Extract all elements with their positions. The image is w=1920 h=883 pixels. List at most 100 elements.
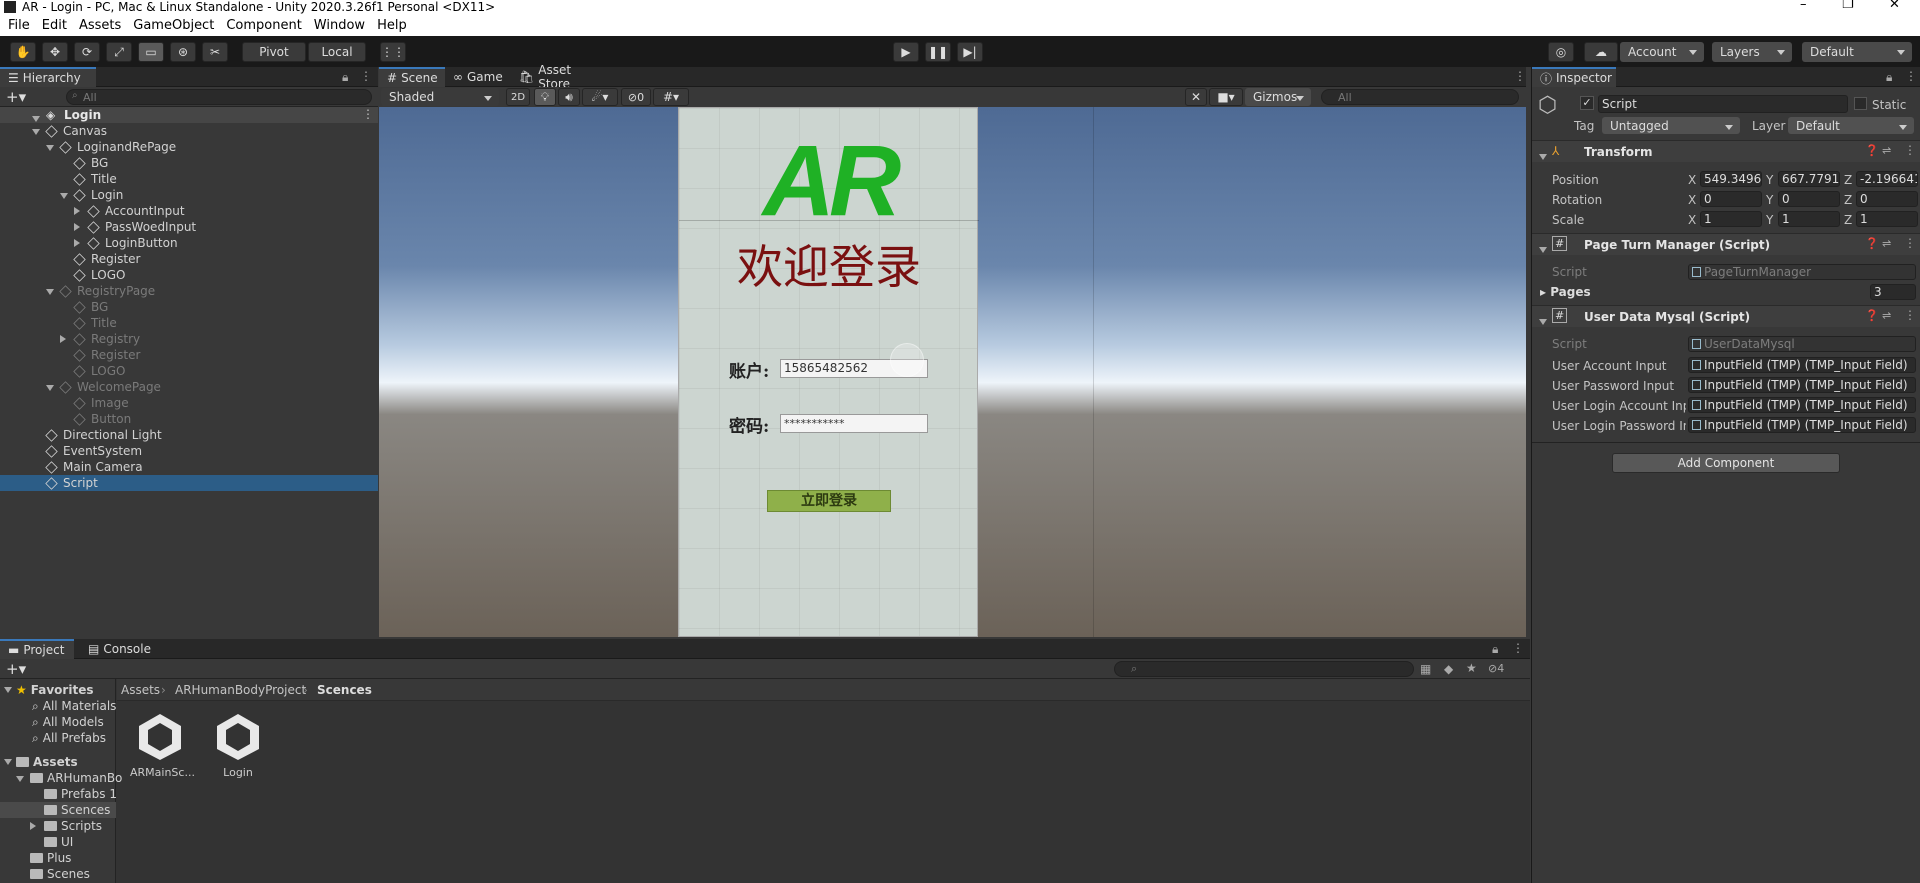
hierarchy-item[interactable]: AccountInput (74, 203, 185, 219)
hierarchy-item[interactable]: LoginandRePage (46, 139, 176, 155)
restore-icon[interactable]: ❐ (1842, 0, 1854, 12)
add-component-button[interactable]: Add Component (1612, 453, 1840, 473)
rotation-x-field[interactable]: 0 (1700, 191, 1762, 207)
inspector-menu-icon[interactable]: ⋮ (1905, 69, 1917, 83)
create-asset-icon[interactable]: +▾ (6, 660, 26, 678)
scale-x-field[interactable]: 1 (1700, 211, 1762, 227)
component-menu-icon[interactable]: ⋮ (1904, 143, 1916, 157)
step-button-icon[interactable]: ▶| (957, 42, 983, 62)
pages-foldout[interactable]: ▸ Pages (1540, 285, 1591, 299)
assets-header[interactable]: Assets (4, 754, 78, 770)
user-data-header[interactable]: # User Data Mysql (Script) ❓ ⇌ ⋮ (1532, 305, 1920, 327)
move-tool-icon[interactable]: ✥ (42, 42, 68, 62)
project-folder-item[interactable]: Scences (30, 802, 110, 818)
favorite-all-models[interactable]: ⌕ All Models (32, 714, 104, 730)
component-menu-icon[interactable]: ⋮ (1904, 236, 1916, 250)
hierarchy-item[interactable]: RegistryPage (46, 283, 155, 299)
camera-dropdown-icon[interactable]: ■▾ (1209, 88, 1243, 106)
filter-label-icon[interactable]: ◆ (1444, 662, 1453, 676)
tab-project[interactable]: ▬ Project (0, 639, 74, 659)
hierarchy-item[interactable]: Button (60, 411, 131, 427)
login-button[interactable]: 立即登录 (767, 490, 891, 512)
scene-menu-icon[interactable]: ⋮ (362, 107, 374, 121)
scene-asset-armainscene[interactable]: ARMainSc... (130, 711, 195, 791)
password-input[interactable]: *********** (780, 414, 928, 433)
lock-icon[interactable]: 🔒︎ (342, 70, 348, 85)
hidden-objects-toggle[interactable]: ⊘ 0 (621, 88, 651, 106)
fold-open-icon[interactable] (4, 687, 12, 693)
fold-open-icon[interactable] (60, 193, 68, 199)
preset-icon[interactable]: ⇌ (1882, 237, 1891, 250)
fold-closed-icon[interactable] (74, 239, 80, 247)
fold-open-icon[interactable] (46, 289, 54, 295)
menu-file[interactable]: File (8, 18, 30, 33)
position-y-field[interactable]: 667.7791 (1778, 171, 1840, 187)
favorite-star-icon[interactable]: ★ (1466, 661, 1477, 675)
favorites-header[interactable]: ★ Favorites (4, 682, 93, 698)
grid-snap-icon[interactable]: ⋮⋮ (380, 42, 406, 62)
add-object-icon[interactable]: +▾ (6, 88, 26, 106)
transform-header[interactable]: ⅄ Transform ❓ ⇌ ⋮ (1532, 140, 1920, 162)
local-button[interactable]: Local (308, 42, 366, 62)
scale-tool-icon[interactable]: ⤢ (106, 42, 132, 62)
pages-count-field[interactable]: 3 (1870, 284, 1916, 300)
hierarchy-item[interactable]: Registry (60, 331, 140, 347)
gizmos-dropdown[interactable]: Gizmos (1245, 88, 1311, 106)
position-z-field[interactable]: -2.196641 (1856, 171, 1918, 187)
services-icon[interactable]: ◎ (1548, 42, 1574, 62)
active-checkbox[interactable]: ✓ (1580, 96, 1594, 110)
layout-dropdown[interactable]: Default (1802, 42, 1912, 62)
transform-tool-icon[interactable]: ⊛ (170, 42, 196, 62)
object-reference-field[interactable]: InputField (TMP) (TMP_Input Field) (1688, 377, 1916, 393)
2d-toggle-button[interactable]: 2D (506, 88, 530, 106)
static-checkbox[interactable] (1854, 97, 1867, 110)
project-menu-icon[interactable]: ⋮ (1512, 641, 1524, 655)
help-icon[interactable]: ❓ (1865, 309, 1879, 322)
shading-mode-dropdown[interactable]: Shaded (381, 88, 499, 106)
project-folder-item[interactable]: Plus (16, 850, 71, 866)
tab-asset-store[interactable]: 🛍︎ Asset Store (511, 63, 607, 91)
scene-viewport[interactable]: AR 欢迎登录 账户: 15865482562 密码: *********** … (379, 107, 1526, 637)
hierarchy-item[interactable]: PassWoedInput (74, 219, 196, 235)
hierarchy-item[interactable]: LOGO (60, 267, 125, 283)
pause-button-icon[interactable]: ❚❚ (925, 42, 951, 62)
help-icon[interactable]: ❓ (1865, 144, 1879, 157)
rect-tool-icon[interactable]: ▭ (138, 42, 164, 62)
project-folder-item[interactable]: Scripts (30, 818, 102, 834)
tab-console[interactable]: ▤ Console (80, 639, 160, 659)
effects-dropdown-icon[interactable]: ☄▾ (582, 88, 618, 106)
tools-icon[interactable]: ✕ (1185, 88, 1207, 106)
user-data-fold-icon[interactable] (1539, 319, 1547, 325)
hierarchy-item[interactable]: Title (60, 315, 117, 331)
fold-closed-icon[interactable] (60, 335, 66, 343)
breadcrumb-assets[interactable]: Assets (121, 683, 160, 697)
tab-scene[interactable]: # Scene (379, 67, 445, 87)
fold-closed-icon[interactable] (74, 207, 80, 215)
object-reference-field[interactable]: InputField (TMP) (TMP_Input Field) (1688, 357, 1916, 373)
object-reference-field[interactable]: InputField (TMP) (TMP_Input Field) (1688, 417, 1916, 433)
login-canvas[interactable]: AR 欢迎登录 账户: 15865482562 密码: *********** … (678, 107, 979, 637)
project-lock-icon[interactable]: 🔒︎ (1492, 642, 1498, 657)
hierarchy-item[interactable]: Image (60, 395, 129, 411)
favorite-all-prefabs[interactable]: ⌕ All Prefabs (32, 730, 106, 746)
hidden-packages-toggle[interactable]: ⊘4 (1488, 662, 1504, 675)
rotation-z-field[interactable]: 0 (1856, 191, 1918, 207)
minimize-icon[interactable]: – (1800, 0, 1807, 12)
hierarchy-item[interactable]: WelcomePage (46, 379, 161, 395)
hierarchy-item[interactable]: Directional Light (32, 427, 162, 443)
breadcrumb-project[interactable]: ARHumanBodyProject (175, 683, 306, 697)
project-folder-item[interactable]: UI (30, 834, 73, 850)
cloud-icon[interactable]: ☁ (1584, 42, 1618, 62)
hierarchy-item[interactable]: Title (60, 171, 117, 187)
account-dropdown[interactable]: Account (1620, 42, 1704, 62)
fold-open-icon[interactable] (32, 129, 40, 135)
audio-toggle-icon[interactable]: 🔊︎ (558, 88, 580, 106)
scale-z-field[interactable]: 1 (1856, 211, 1918, 227)
fold-open-icon[interactable] (46, 145, 54, 151)
favorite-all-materials[interactable]: ⌕ All Materials (32, 698, 116, 714)
scene-asset-login[interactable]: Login (208, 711, 268, 791)
transform-fold-icon[interactable] (1539, 154, 1547, 160)
object-name-field[interactable]: Script (1598, 95, 1848, 113)
hierarchy-item[interactable]: Register (60, 251, 140, 267)
fold-closed-icon[interactable] (74, 223, 80, 231)
